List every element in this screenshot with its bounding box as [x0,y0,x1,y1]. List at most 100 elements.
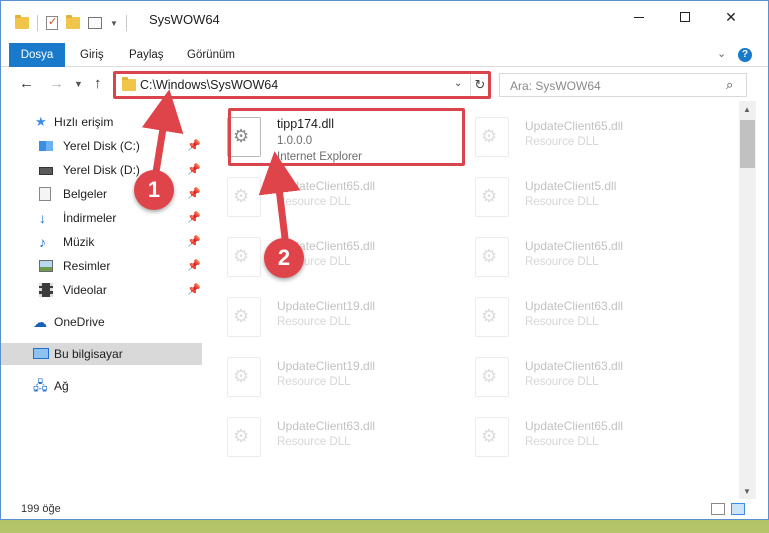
new-folder-icon[interactable] [66,15,80,29]
status-bar: 199 öğe [1,499,768,519]
file-name: UpdateClient65.dll [525,239,624,253]
sidebar-item-local-disk-d[interactable]: Yerel Disk (D:) 📌 [1,159,202,181]
dll-file-icon [227,237,261,277]
close-button[interactable]: ✕ [708,1,754,33]
music-icon: ♪ [39,234,46,250]
file-tile[interactable]: UpdateClient63.dll Resource DLL [455,349,695,407]
pin-icon[interactable]: 📌 [187,139,201,152]
dll-file-icon [227,297,261,337]
network-icon: 🖧 [33,378,48,393]
close-icon: ✕ [725,8,737,25]
vertical-scrollbar[interactable]: ▲ ▼ [739,101,756,499]
sidebar-item-onedrive[interactable]: ☁ OneDrive [1,311,202,333]
window-title: SysWOW64 [149,12,220,27]
sidebar-item-pictures[interactable]: Resimler 📌 [1,255,202,277]
tab-home[interactable]: Giriş [80,43,104,67]
file-tile[interactable]: UpdateClient63.dll Resource DLL [455,289,695,347]
file-name: UpdateClient65.dll [525,119,624,133]
search-box[interactable]: Ara: SysWOW64 ⌕ [499,73,747,97]
file-type: Resource DLL [277,376,351,388]
file-tile[interactable]: UpdateClient65.dll Resource DLL [207,169,447,227]
folder-icon[interactable] [15,15,29,29]
recent-locations-icon[interactable]: ▼ [74,79,83,89]
sidebar-item-downloads[interactable]: ↓ İndirmeler 📌 [1,207,202,229]
pin-icon[interactable]: 📌 [187,211,201,224]
videos-icon [39,283,53,297]
item-count: 199 öğe [21,503,61,515]
dll-file-icon [475,417,509,457]
callout-step-2: 2 [264,238,304,278]
properties-icon[interactable] [88,17,102,29]
dll-file-icon [227,177,261,217]
documents-icon [39,187,51,201]
details-view-icon[interactable] [711,503,725,515]
sidebar-item-label: Resimler [63,259,111,273]
explorer-window: ▼ SysWOW64 ✕ Dosya Giriş Paylaş Görünüm … [0,0,769,520]
file-tile[interactable]: UpdateClient65.dll Resource DLL [455,229,695,287]
toolbar-separator [125,15,127,31]
help-icon[interactable]: ? [738,48,752,62]
file-tile[interactable]: UpdateClient65.dll Resource DLL [455,109,695,167]
up-arrow-icon[interactable]: ↑ [94,75,102,92]
scroll-up-icon[interactable]: ▲ [743,105,751,114]
dll-file-icon [227,417,261,457]
file-tile[interactable]: UpdateClient5.dll Resource DLL [455,169,695,227]
sidebar-item-label: Videolar [63,283,107,297]
file-type: Resource DLL [525,436,599,448]
sidebar-item-this-pc[interactable]: Bu bilgisayar [1,343,202,365]
expand-ribbon-icon[interactable]: ⌄ [717,47,726,60]
sidebar-item-label: OneDrive [54,315,105,329]
file-name: UpdateClient63.dll [277,419,376,433]
sidebar-item-music[interactable]: ♪ Müzik 📌 [1,231,202,253]
sidebar-item-label: İndirmeler [63,211,117,225]
tiles-view-icon[interactable] [731,503,745,515]
file-name: UpdateClient63.dll [525,359,624,373]
quick-access-toolbar: ▼ [15,15,127,31]
pin-icon[interactable]: 📌 [187,235,201,248]
file-name: UpdateClient5.dll [525,179,617,193]
downloads-icon: ↓ [39,210,46,226]
pin-icon[interactable]: 📌 [187,259,201,272]
back-arrow-icon[interactable]: ← [19,75,34,92]
file-type: Resource DLL [525,136,599,148]
file-tile[interactable]: UpdateClient63.dll Resource DLL [207,409,447,467]
dll-file-icon [475,177,509,217]
file-tile[interactable]: UpdateClient65.dll Resource DLL [207,229,447,287]
minimize-button[interactable] [616,1,662,33]
scroll-down-icon[interactable]: ▼ [743,487,751,496]
pin-icon[interactable]: 📌 [187,187,201,200]
drive-icon [39,141,53,151]
file-type: Resource DLL [277,436,351,448]
tab-view[interactable]: Görünüm [187,43,235,67]
toolbar-separator [37,15,38,31]
tab-share[interactable]: Paylaş [129,43,164,67]
file-name: UpdateClient65.dll [525,419,624,433]
pictures-icon [39,260,53,272]
pin-icon[interactable]: 📌 [187,283,201,296]
sidebar-item-quick-access[interactable]: ★ Hızlı erişim [1,111,202,133]
forward-arrow-icon[interactable]: → [49,75,64,92]
sidebar-item-videos[interactable]: Videolar 📌 [1,279,202,301]
search-input[interactable]: Ara: SysWOW64 [510,79,601,93]
file-highlight-box [228,108,465,166]
file-type: Resource DLL [277,316,351,328]
file-tile[interactable]: UpdateClient19.dll Resource DLL [207,289,447,347]
drive-icon [39,167,53,175]
properties-check-icon[interactable] [46,15,58,30]
star-icon: ★ [35,114,47,129]
sidebar-item-label: Yerel Disk (D:) [63,163,140,177]
scrollbar-thumb[interactable] [740,120,755,168]
maximize-button[interactable] [662,1,708,33]
file-tile[interactable]: UpdateClient19.dll Resource DLL [207,349,447,407]
file-name: UpdateClient63.dll [525,299,624,313]
file-type: Resource DLL [525,256,599,268]
sidebar-item-network[interactable]: 🖧 Ağ [1,375,202,397]
onedrive-icon: ☁ [33,314,47,330]
tab-file[interactable]: Dosya [9,43,65,67]
pin-icon[interactable]: 📌 [187,163,201,176]
file-name: UpdateClient19.dll [277,299,376,313]
file-tile[interactable]: UpdateClient65.dll Resource DLL [455,409,695,467]
chevron-down-icon[interactable]: ▼ [110,19,118,28]
search-icon[interactable]: ⌕ [726,77,733,93]
sidebar-item-local-disk-c[interactable]: Yerel Disk (C:) 📌 [1,135,202,157]
